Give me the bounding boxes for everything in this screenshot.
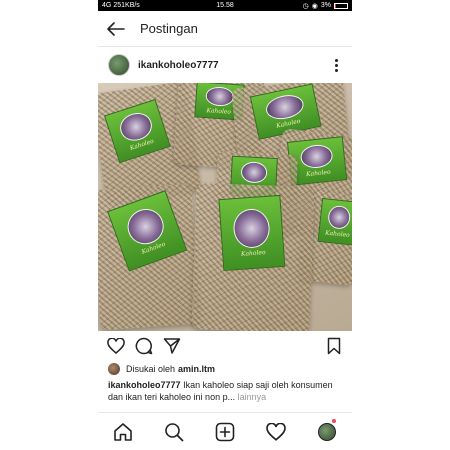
more-vertical-icon[interactable] [330, 58, 342, 72]
liked-by-row[interactable]: Disukai oleh amin.ltm [98, 361, 352, 377]
post-actions [98, 331, 352, 361]
post-header: ikankoholeo7777 [98, 47, 352, 83]
bookmark-icon[interactable] [324, 336, 344, 356]
product-bag: Kaholeo [98, 183, 201, 331]
liked-by-user[interactable]: amin.ltm [178, 364, 215, 374]
profile-avatar [317, 422, 336, 441]
post-username[interactable]: ikankoholeo7777 [138, 60, 219, 71]
post-caption: ikankoholeo7777 Ikan kaholeo siap saji o… [98, 377, 352, 405]
liked-by-prefix: Disukai oleh [126, 364, 176, 374]
status-bar: 4G 251KB/s 15.58 ◷ ◉ 3% [98, 0, 352, 11]
back-arrow-icon[interactable] [106, 19, 126, 39]
profile-tab[interactable] [315, 418, 339, 444]
battery-icon [334, 2, 348, 9]
bottom-nav [98, 412, 352, 450]
product-label: Kaholeo [218, 194, 286, 272]
avatar[interactable] [108, 54, 130, 76]
caption-more-link[interactable]: lainnya [238, 392, 267, 402]
product-label-text: Kaholeo [324, 229, 351, 240]
heart-icon[interactable] [106, 336, 126, 356]
phone-screen: 4G 251KB/s 15.58 ◷ ◉ 3% Postingan ikanko… [98, 0, 352, 450]
product-bag: Kaholeo [191, 182, 315, 331]
status-time: 15.58 [216, 2, 234, 9]
send-icon[interactable] [162, 336, 182, 356]
comment-icon[interactable] [134, 336, 154, 356]
home-icon[interactable] [111, 420, 135, 444]
caption-username[interactable]: ikankoholeo7777 [108, 380, 181, 390]
product-label-text: Kaholeo [240, 248, 266, 258]
top-app-bar: Postingan [98, 11, 352, 47]
search-icon[interactable] [162, 420, 186, 444]
product-label-text: Kaholeo [305, 168, 332, 179]
product-label-text: Kaholeo [206, 106, 232, 116]
page-title: Postingan [140, 21, 198, 36]
product-label: Kaholeo [317, 197, 352, 246]
liker-avatar [108, 363, 120, 375]
activity-heart-icon[interactable] [264, 420, 288, 444]
add-post-icon[interactable] [213, 420, 237, 444]
post-image[interactable]: Kaholeo Kaholeo Kaholeo Kaholeo Kaholeo … [98, 83, 352, 331]
notification-dot [331, 418, 336, 423]
